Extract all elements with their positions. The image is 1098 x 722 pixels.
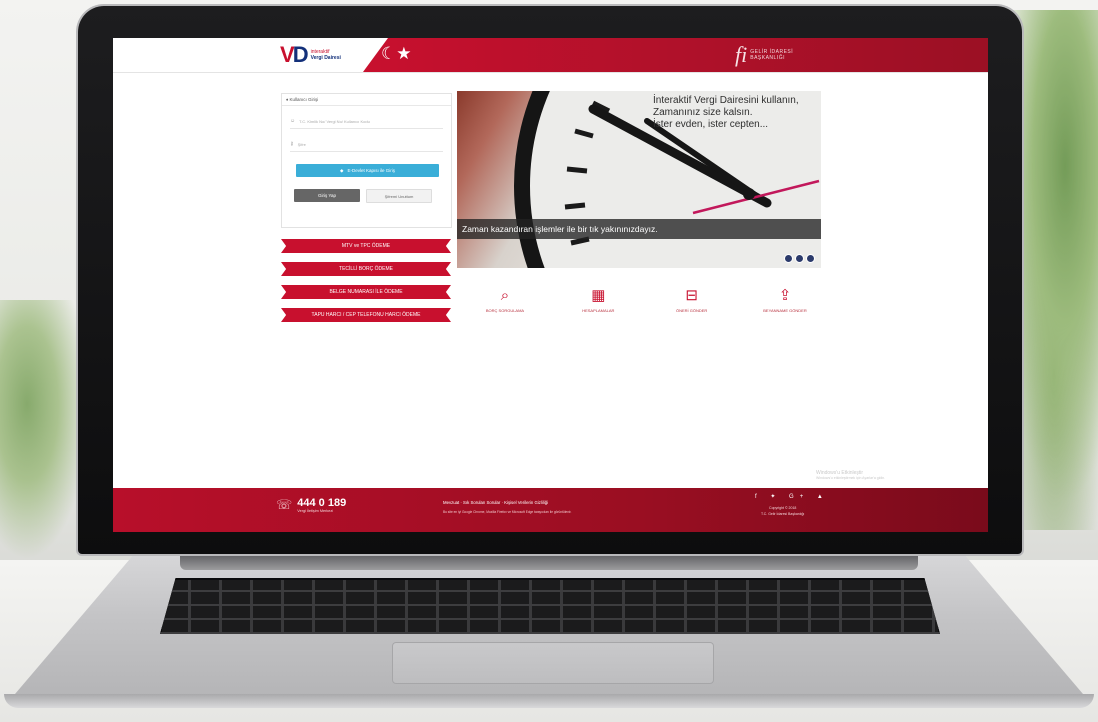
login-title: ♦ Kullanıcı Girişi	[282, 94, 451, 106]
social-icons[interactable]: f ✦ G+ ▲	[755, 493, 829, 500]
edevlet-icon: ◆	[340, 167, 344, 173]
slide-quote-line2: Zamanınız size kalsın.	[653, 107, 753, 118]
background-plant-left	[0, 300, 90, 560]
payment-button-tapu[interactable]: TAPU HARCI / CEP TELEFONU HARCI ÖDEME	[281, 308, 451, 322]
slide-quote-line3: İster evden, ister cepten...	[653, 119, 769, 130]
site-header: VD interaktif Vergi Dairesi ☾★ fi GELİR …	[113, 38, 988, 73]
footer-link-list[interactable]: Mevzuat · Sık Sorulan Sorular · Kişisel …	[443, 500, 548, 505]
login-actions: Giriş Yap Şifremi Unuttum	[294, 189, 439, 203]
password-field[interactable]: ⚷ Şifre	[290, 137, 443, 152]
site-footer: ☏ 444 0 189 Vergi İletişim Merkezi Mevzu…	[113, 488, 988, 532]
slider-dot-2[interactable]	[795, 254, 804, 263]
header-red-band	[363, 38, 988, 72]
slide-quote: İnteraktif Vergi Dairesini kullanın, Zam…	[653, 95, 799, 131]
call-center: ☏ 444 0 189 Vergi İletişim Merkezi	[276, 497, 346, 513]
slider-dot-1[interactable]	[784, 254, 793, 263]
quick-link-oneri-label: ÖNERİ GÖNDER	[675, 308, 708, 313]
login-panel: ♦ Kullanıcı Girişi ☺ T.C. Kimlik No/ Ver…	[281, 93, 452, 228]
gib-mark-icon: fi	[735, 42, 748, 67]
upload-icon: ⇪	[778, 287, 792, 304]
quick-link-beyanname-label: BEYANNAME GÖNDER	[763, 308, 807, 313]
quick-link-borc-label: BORÇ SORGULAMA	[485, 308, 525, 313]
windows-activation-watermark: Windows'u Etkinleştir Windows'u etkinleş…	[816, 470, 885, 480]
calculator-icon: ▦	[591, 287, 606, 304]
call-center-number[interactable]: 444 0 189	[297, 497, 346, 509]
logo-text: interaktif Vergi Dairesi	[311, 49, 341, 61]
laptop-trackpad	[392, 642, 714, 684]
username-field[interactable]: ☺ T.C. Kimlik No/ Vergi No/ Kullanıcı Ko…	[290, 114, 443, 129]
laptop-keyboard	[160, 578, 940, 634]
payment-buttons: MTV ve TPC ÖDEME TECİLLİ BORÇ ÖDEME BELG…	[281, 239, 451, 331]
payment-button-belge[interactable]: BELGE NUMARASI İLE ÖDEME	[281, 285, 451, 299]
laptop-hinge	[180, 554, 918, 570]
watermark-line2: Windows'u etkinleştirmek için Ayarlar'a …	[816, 476, 886, 480]
payment-button-tecilli[interactable]: TECİLLİ BORÇ ÖDEME	[281, 262, 451, 276]
gib-logo[interactable]: fi GELİR İDARESİ BAŞKANLIĞI	[735, 44, 793, 66]
ivd-logo[interactable]: VD interaktif Vergi Dairesi	[280, 42, 341, 67]
footer-links: Mevzuat · Sık Sorulan Sorular · Kişisel …	[443, 500, 571, 514]
key-icon: ⚷	[290, 141, 294, 147]
logo-line2: Vergi Dairesi	[310, 55, 341, 61]
hero-slider[interactable]: İnteraktif Vergi Dairesini kullanın, Zam…	[457, 91, 821, 268]
quick-link-beyanname[interactable]: ⇪ BEYANNAME GÖNDER	[745, 287, 825, 313]
forgot-password-button[interactable]: Şifremi Unuttum	[366, 189, 432, 203]
laptop-screen: VD interaktif Vergi Dairesi ☾★ fi GELİR …	[113, 38, 988, 532]
call-center-icon: ☏	[276, 497, 293, 512]
call-center-label: Vergi İletişim Merkezi	[297, 508, 334, 513]
password-placeholder: Şifre	[297, 141, 306, 147]
slider-dot-3[interactable]	[806, 254, 815, 263]
payment-button-mtv[interactable]: MTV ve TPC ÖDEME	[281, 239, 451, 253]
quick-links: ⌕ BORÇ SORGULAMA ▦ HESAPLAMALAR ⊟ ÖNERİ …	[465, 287, 825, 313]
login-button[interactable]: Giriş Yap	[294, 189, 360, 202]
gib-line2: BAŞKANLIĞI	[750, 55, 785, 61]
slide-caption: Zaman kazandıran işlemler ile bir tık ya…	[457, 219, 821, 239]
logo-mark: VD	[280, 42, 309, 67]
inbox-icon: ⊟	[685, 287, 698, 304]
login-button-label: Giriş Yap	[317, 193, 337, 198]
copyright: Copyright © 2018 T.C. Gelir İdaresi Başk…	[761, 505, 804, 517]
edevlet-login-button[interactable]: ◆ E-Devlet Kapısı ile Giriş	[296, 164, 439, 177]
quick-link-borc[interactable]: ⌕ BORÇ SORGULAMA	[465, 287, 545, 313]
slide-quote-line1: İnteraktif Vergi Dairesini kullanın,	[653, 95, 799, 106]
gib-text: GELİR İDARESİ BAŞKANLIĞI	[750, 49, 793, 61]
quick-link-hesaplamalar[interactable]: ▦ HESAPLAMALAR	[558, 287, 638, 313]
forgot-password-label: Şifremi Unuttum	[384, 193, 414, 199]
username-placeholder: T.C. Kimlik No/ Vergi No/ Kullanıcı Kodu	[299, 118, 370, 124]
turkish-flag-icon: ☾★	[381, 44, 412, 63]
laptop-base-edge	[4, 694, 1094, 708]
footer-browser-note: Bu site en iyi Google Chrome, Mozilla Fi…	[443, 510, 572, 514]
quick-link-oneri[interactable]: ⊟ ÖNERİ GÖNDER	[652, 287, 732, 313]
slider-dots	[784, 254, 815, 263]
edevlet-label: E-Devlet Kapısı ile Giriş	[347, 168, 395, 173]
user-icon: ☺	[290, 118, 296, 124]
search-icon: ⌕	[500, 287, 510, 304]
quick-link-hesaplamalar-label: HESAPLAMALAR	[582, 308, 615, 313]
copyright-line2: T.C. Gelir İdaresi Başkanlığı	[761, 512, 805, 516]
